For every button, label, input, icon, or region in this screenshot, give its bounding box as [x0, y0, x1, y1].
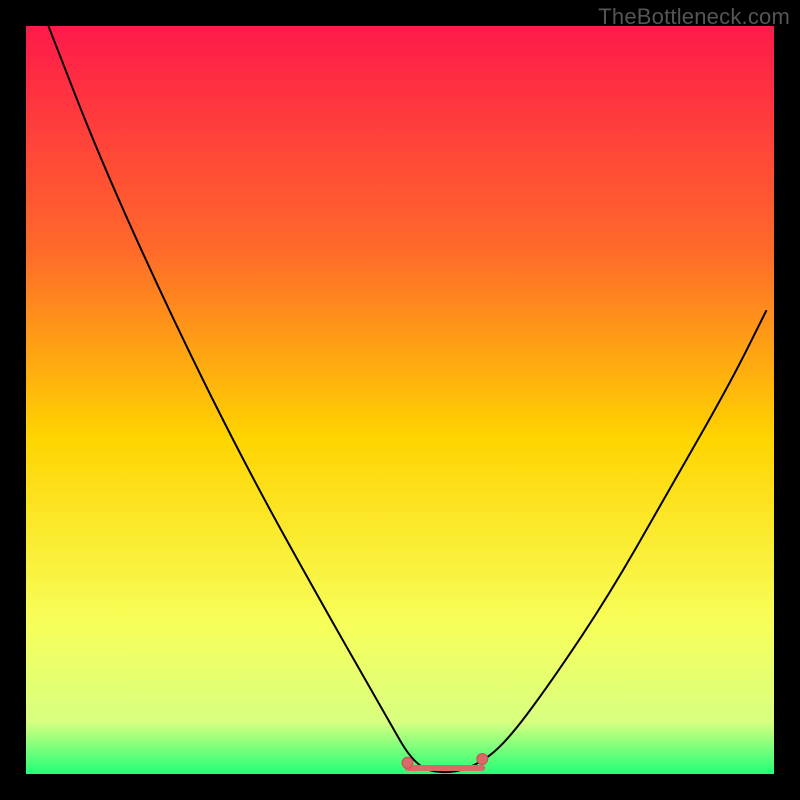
gradient-background	[26, 26, 774, 774]
curve-marker	[402, 757, 413, 768]
watermark-label: TheBottleneck.com	[598, 4, 790, 30]
chart-frame	[26, 26, 774, 774]
bottleneck-chart	[26, 26, 774, 774]
curve-marker	[477, 754, 488, 765]
